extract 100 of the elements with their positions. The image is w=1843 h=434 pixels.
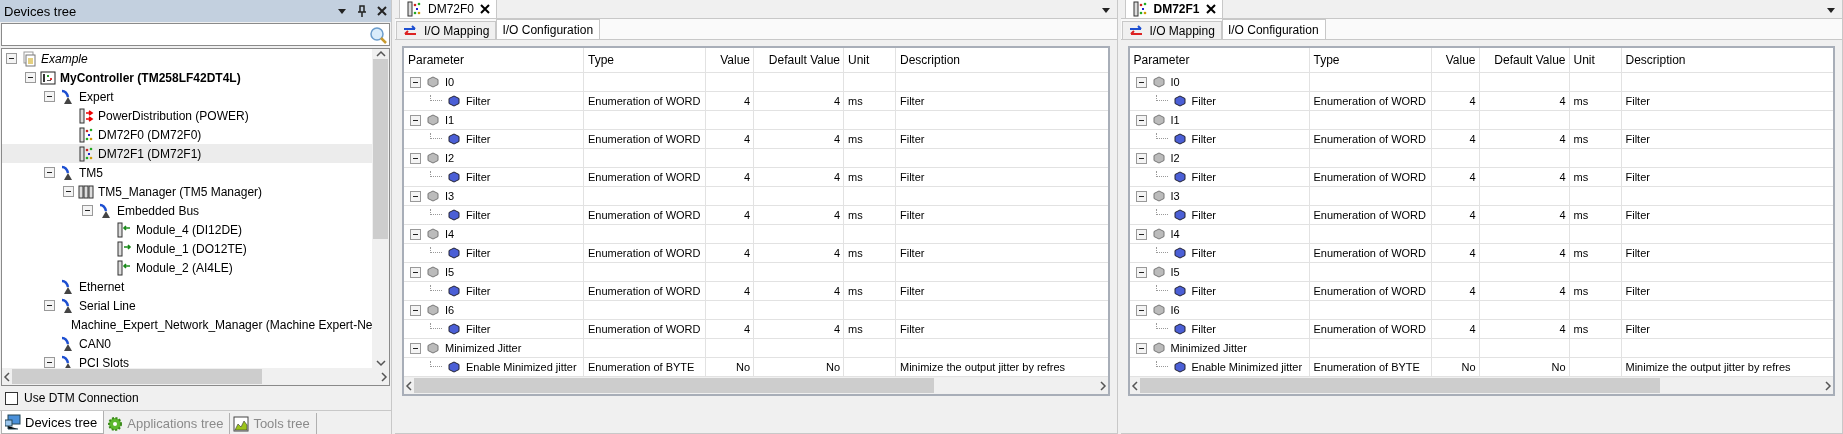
scrollbar[interactable]: [404, 377, 1108, 394]
collapse-icon: [410, 114, 421, 126]
tree-item[interactable]: Embedded Bus: [2, 201, 372, 220]
column-header[interactable]: Parameter: [404, 48, 584, 72]
tree-item[interactable]: PCI Slots: [2, 353, 372, 368]
table-cell-text: 4: [1468, 284, 1477, 299]
table-cell-text: ms: [1572, 94, 1590, 109]
collapse-icon: [25, 72, 36, 83]
cube-icon: [1152, 304, 1165, 316]
tab[interactable]: I/O Configuration: [1221, 19, 1326, 39]
table-cell-text: Enumeration of WORD: [587, 208, 702, 223]
table-cell-text: Enumeration of WORD: [587, 170, 702, 185]
table-cell-text: ms: [847, 246, 864, 261]
cube-icon: [427, 342, 439, 354]
table-cell-text: Filter: [899, 208, 926, 223]
table-cell-text: 4: [832, 246, 841, 261]
tab[interactable]: I/O Mapping: [1121, 21, 1222, 39]
table-cell-text: Enumeration of WORD: [1312, 322, 1427, 337]
tree-item[interactable]: Ethernet: [2, 277, 372, 296]
table-cell: Filter: [404, 92, 584, 110]
column-header[interactable]: Type: [1309, 48, 1432, 72]
collapse-icon: [410, 342, 421, 354]
table-cell: Filter: [404, 130, 584, 148]
tree-item[interactable]: DM72F1 (DM72F1): [2, 144, 372, 163]
table-cell-text: 4: [832, 284, 841, 299]
cube-icon: [1152, 114, 1165, 126]
table-cell-text: Minimize the output jitter by refres: [899, 360, 1067, 375]
tree-item[interactable]: TM5: [2, 163, 372, 182]
search-field[interactable]: [1, 23, 390, 46]
tree-item[interactable]: Module_4 (DI12DE): [2, 220, 372, 239]
table-cell-text: 4: [1558, 284, 1567, 299]
table-cell-text: ms: [1572, 208, 1590, 223]
cube-icon: [427, 228, 439, 240]
rack-icon: [78, 183, 94, 200]
table-cell-text: 4: [1468, 246, 1477, 261]
cube-icon: [448, 361, 460, 373]
devices-icon: [5, 414, 21, 430]
table-cell: I4: [404, 225, 584, 243]
tree-item[interactable]: Serial Line: [2, 296, 372, 315]
collapse-icon: [410, 228, 421, 240]
controller-icon: [40, 69, 56, 86]
tab[interactable]: I/O Configuration: [496, 19, 601, 39]
table-cell-text: 4: [742, 246, 751, 261]
column-header[interactable]: Unit: [1569, 48, 1622, 72]
scrollbar[interactable]: [372, 49, 389, 368]
table-cell-text: Enumeration of WORD: [1312, 208, 1427, 223]
table-cell-text: 4: [1468, 170, 1477, 185]
connector-icon: [59, 335, 75, 352]
table-cell-text: Filter: [1624, 208, 1651, 223]
tab[interactable]: I/O Mapping: [396, 21, 497, 39]
table-cell: Filter: [404, 320, 584, 338]
cube-icon: [448, 323, 460, 335]
document-tab[interactable]: DM72F1: [1124, 0, 1223, 18]
connector-icon: [59, 278, 75, 295]
cube-icon: [448, 133, 460, 145]
tree-item[interactable]: MyController (TM258LF42DT4L): [2, 68, 372, 87]
table-cell-text: 4: [1558, 132, 1567, 147]
scrollbar[interactable]: [2, 368, 389, 385]
power-module-icon: [78, 107, 94, 124]
tree-item[interactable]: PowerDistribution (POWER): [2, 106, 372, 125]
column-header[interactable]: Description: [896, 48, 1108, 72]
scrollbar[interactable]: [1129, 377, 1833, 394]
cube-icon: [427, 304, 439, 316]
column-header[interactable]: Value: [1431, 48, 1480, 72]
cube-icon: [1173, 209, 1186, 221]
table-cell: I2: [404, 149, 584, 167]
table-cell-text: 4: [1558, 208, 1567, 223]
tree-item[interactable]: Module_1 (DO12TE): [2, 239, 372, 258]
table-cell-text: 4: [1558, 246, 1567, 261]
column-header[interactable]: Default Value: [1479, 48, 1570, 72]
table-cell-text: 4: [742, 284, 751, 299]
tree-item[interactable]: Module_2 (AI4LE): [2, 258, 372, 277]
table-cell-text: ms: [1572, 246, 1590, 261]
tree-item[interactable]: Example: [2, 49, 372, 68]
tree-item[interactable]: Expert: [2, 87, 372, 106]
tree-item[interactable]: DM72F0 (DM72F0): [2, 125, 372, 144]
cube-icon: [448, 209, 460, 221]
column-header[interactable]: Value: [706, 48, 754, 72]
tree-item[interactable]: Machine_Expert_Network_Manager (Machine Expert-Ne: [2, 315, 372, 334]
tab[interactable]: Devices tree: [1, 411, 105, 434]
column-header[interactable]: Description: [1621, 48, 1833, 72]
column-header[interactable]: Default Value: [754, 48, 844, 72]
table-cell-text: Filter: [1624, 132, 1651, 147]
tree-item[interactable]: TM5_Manager (TM5 Manager): [2, 182, 372, 201]
table-cell-text: Enumeration of WORD: [587, 322, 702, 337]
column-header[interactable]: Parameter: [1129, 48, 1310, 72]
column-header[interactable]: Type: [584, 48, 706, 72]
checkbox[interactable]: [5, 391, 18, 405]
close-icon: [377, 6, 387, 16]
connector-icon: [59, 88, 75, 105]
table-cell-text: Enumeration of WORD: [1312, 132, 1427, 147]
column-header[interactable]: Unit: [844, 48, 896, 72]
table-cell-text: 4: [832, 94, 841, 109]
tree-item[interactable]: CAN0: [2, 334, 372, 353]
table-cell-text: Minimize the output jitter by refres: [1624, 360, 1792, 375]
document-tab[interactable]: DM72F0: [399, 0, 497, 18]
collapse-icon: [410, 76, 421, 88]
cube-icon: [427, 114, 439, 126]
cube-icon: [448, 285, 460, 297]
cube-icon: [448, 247, 460, 259]
